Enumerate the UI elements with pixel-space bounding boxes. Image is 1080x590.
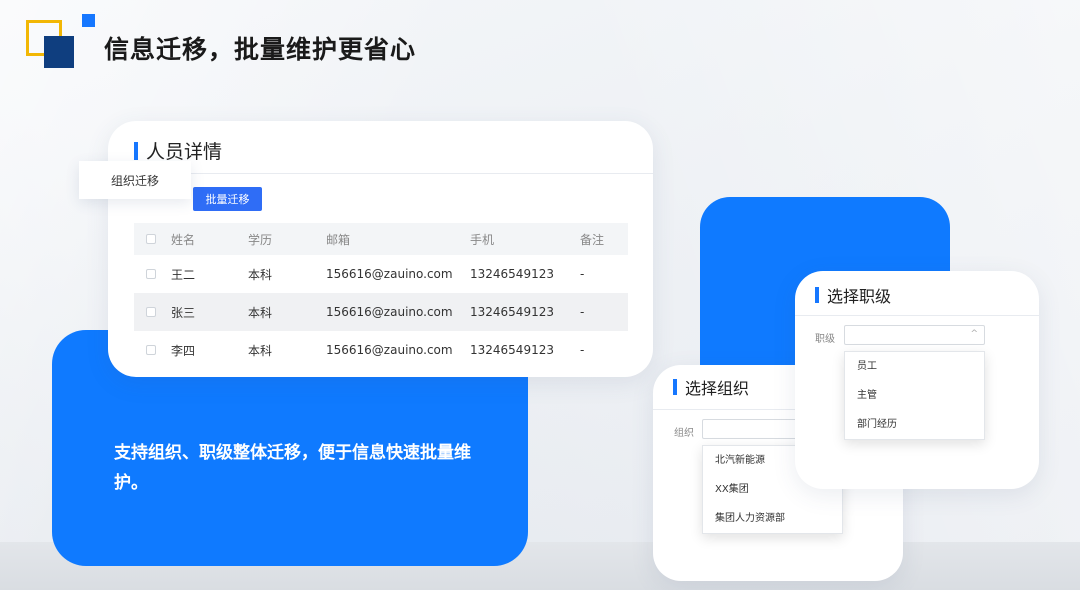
row-checkbox[interactable] <box>146 345 156 355</box>
select-all-checkbox[interactable] <box>146 234 156 244</box>
row-checkbox[interactable] <box>146 307 156 317</box>
divider <box>795 315 1039 316</box>
panel-header: 人员详情 <box>134 137 222 164</box>
panel-title: 选择组织 <box>685 379 750 398</box>
org-migrate-tab[interactable]: 组织迁移 <box>79 161 191 199</box>
cell-phone: 13246549123 <box>470 267 554 281</box>
cell-note: - <box>580 343 585 357</box>
dropdown-option[interactable]: 主管 <box>845 381 984 410</box>
cell-email: 156616@zauino.com <box>326 267 453 281</box>
dropdown-option[interactable]: 集团人力资源部 <box>703 504 842 533</box>
cell-phone: 13246549123 <box>470 305 554 319</box>
cell-name: 李四 <box>171 343 196 358</box>
cell-education: 本科 <box>248 267 273 282</box>
panel-title: 人员详情 <box>146 141 223 163</box>
table-row[interactable]: 李四 本科 156616@zauino.com 13246549123 - <box>134 331 628 369</box>
accent-bar <box>134 141 138 160</box>
cell-education: 本科 <box>248 343 273 358</box>
cell-email: 156616@zauino.com <box>326 305 453 319</box>
table-row[interactable]: 张三 本科 156616@zauino.com 13246549123 - <box>134 293 628 331</box>
chevron-up-icon: ^ <box>970 329 978 339</box>
cell-name: 王二 <box>171 267 196 282</box>
panel-header: 选择职级 <box>815 283 891 307</box>
cell-phone: 13246549123 <box>470 343 554 357</box>
cell-education: 本科 <box>248 305 273 320</box>
cell-note: - <box>580 305 585 319</box>
column-header: 邮箱 <box>326 232 351 247</box>
accent-bar <box>673 379 677 395</box>
row-checkbox[interactable] <box>146 269 156 279</box>
cell-note: - <box>580 267 585 281</box>
column-header: 姓名 <box>171 232 196 247</box>
table-row[interactable]: 王二 本科 156616@zauino.com 13246549123 - <box>134 255 628 293</box>
column-header: 学历 <box>248 232 273 247</box>
column-header: 手机 <box>470 232 495 247</box>
cell-name: 张三 <box>171 305 196 320</box>
dropdown-option[interactable]: 员工 <box>845 352 984 381</box>
level-dropdown: 员工 主管 部门经历 <box>844 351 985 440</box>
cell-email: 156616@zauino.com <box>326 343 453 357</box>
table-header-row: 姓名 学历 邮箱 手机 备注 <box>134 223 628 255</box>
accent-bar <box>815 287 819 303</box>
level-select[interactable]: ^ <box>844 325 985 345</box>
description-text: 支持组织、职级整体迁移，便于信息快速批量维护。 <box>114 443 471 493</box>
person-table: 姓名 学历 邮箱 手机 备注 王二 本科 156616@zauino.com 1… <box>134 223 628 369</box>
column-header: 备注 <box>580 232 605 247</box>
page-title: 信息迁移，批量维护更省心 <box>104 35 417 64</box>
dropdown-option[interactable]: 部门经历 <box>845 410 984 439</box>
org-field-label: 组织 <box>674 428 694 439</box>
person-detail-panel: 人员详情 批量迁移 姓名 学历 邮箱 手机 备注 王二 本科 156616@za… <box>108 121 653 377</box>
panel-title: 选择职级 <box>827 287 892 306</box>
brand-logo-icon <box>26 14 96 68</box>
select-level-panel: 选择职级 职级 ^ 员工 主管 部门经历 <box>795 271 1039 489</box>
panel-header: 选择组织 <box>673 375 749 399</box>
level-field-label: 职级 <box>815 334 835 345</box>
batch-migrate-button[interactable]: 批量迁移 <box>193 187 262 211</box>
